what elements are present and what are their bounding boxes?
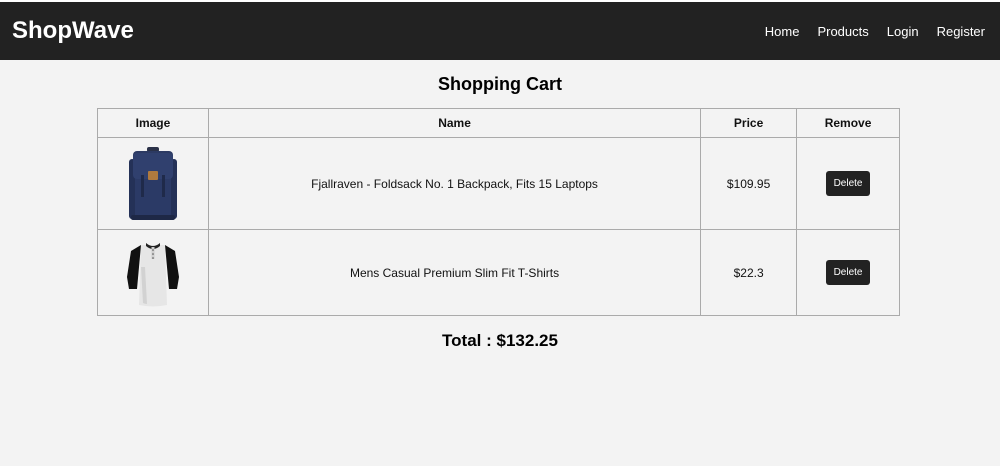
delete-button[interactable]: Delete bbox=[826, 171, 871, 196]
cart-total: Total : $132.25 bbox=[442, 331, 558, 350]
tshirt-icon bbox=[126, 242, 179, 306]
product-name: Mens Casual Premium Slim Fit T-Shirts bbox=[207, 229, 702, 316]
cart-table: Image Name Price Remove Fjallraven - Fol… bbox=[97, 108, 900, 316]
top-navbar: ShopWave Home Products Login Register bbox=[0, 0, 1000, 60]
table-row: Fjallraven - Foldsack No. 1 Backpack, Fi… bbox=[97, 137, 900, 230]
table-header-row: Image Name Price Remove bbox=[97, 108, 900, 138]
backpack-icon bbox=[128, 146, 177, 220]
nav-products[interactable]: Products bbox=[817, 24, 868, 39]
nav-home[interactable]: Home bbox=[765, 24, 800, 39]
remove-cell: Delete bbox=[796, 137, 900, 230]
product-price: $22.3 bbox=[700, 229, 798, 316]
brand-logo[interactable]: ShopWave bbox=[12, 17, 134, 45]
product-image-cell bbox=[97, 137, 209, 230]
column-header-remove: Remove bbox=[796, 108, 900, 138]
column-header-image: Image bbox=[97, 108, 209, 138]
nav-login[interactable]: Login bbox=[887, 24, 919, 39]
remove-cell: Delete bbox=[796, 229, 900, 316]
product-image-cell bbox=[97, 229, 209, 316]
column-header-price: Price bbox=[700, 108, 798, 138]
column-header-name: Name bbox=[207, 108, 702, 138]
delete-button[interactable]: Delete bbox=[826, 260, 871, 285]
table-row: Mens Casual Premium Slim Fit T-Shirts $2… bbox=[97, 229, 900, 316]
product-name: Fjallraven - Foldsack No. 1 Backpack, Fi… bbox=[207, 137, 702, 230]
nav-links: Home Products Login Register bbox=[747, 24, 985, 39]
product-price: $109.95 bbox=[700, 137, 798, 230]
nav-register[interactable]: Register bbox=[937, 24, 985, 39]
page-title: Shopping Cart bbox=[438, 74, 562, 94]
